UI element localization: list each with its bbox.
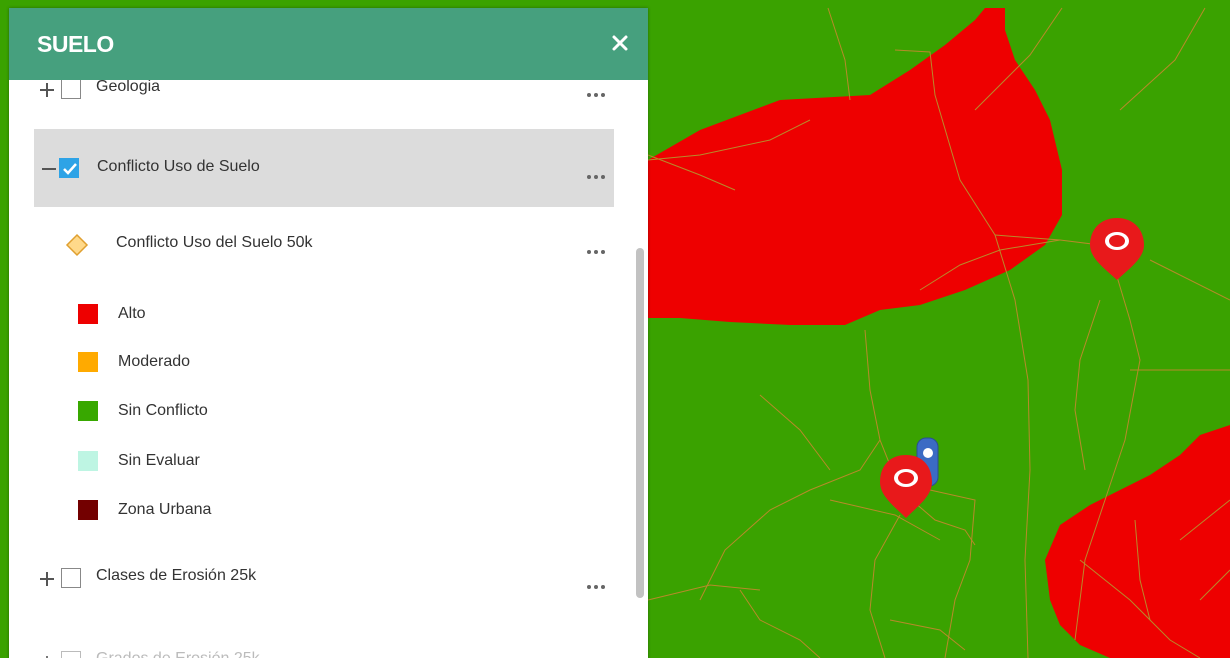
legend-swatch: [78, 352, 98, 372]
legend-label: Zona Urbana: [118, 501, 212, 518]
layer-label: Grados de Erosión 25k: [96, 650, 260, 658]
scrollbar-thumb[interactable]: [636, 248, 644, 598]
legend-label: Sin Conflicto: [118, 402, 208, 419]
more-options-icon[interactable]: [586, 584, 606, 590]
checkmark-icon: [63, 163, 77, 175]
layer-list[interactable]: Geologia Conflicto Uso de Suelo Conflict…: [9, 80, 648, 658]
legend-swatch: [78, 500, 98, 520]
legend-label: Alto: [118, 305, 146, 322]
collapse-minus-icon[interactable]: [41, 161, 57, 177]
app-root: SUELO Geologia Conflicto Uso de Suelo Co…: [0, 0, 1230, 658]
close-icon: [612, 35, 628, 51]
layer-row-grados-erosion[interactable]: Grados de Erosión 25k: [9, 643, 624, 658]
more-options-icon[interactable]: [586, 174, 606, 180]
legend-label: Sin Evaluar: [118, 452, 200, 469]
layer-row-clases-erosion[interactable]: Clases de Erosión 25k: [9, 559, 624, 603]
legend-swatch: [78, 451, 98, 471]
legend-item: Sin Conflicto: [9, 398, 624, 428]
layer-checkbox[interactable]: [61, 80, 81, 99]
panel-title: SUELO: [37, 31, 114, 57]
close-button[interactable]: [605, 28, 635, 58]
layer-checkbox[interactable]: [61, 651, 81, 658]
more-options-icon[interactable]: [586, 92, 606, 98]
more-options-icon[interactable]: [586, 249, 606, 255]
layer-row-geologia[interactable]: Geologia: [9, 80, 624, 114]
expand-plus-icon[interactable]: [39, 571, 55, 587]
legend-item: Moderado: [9, 349, 624, 379]
map-marker-pin-icon[interactable]: [880, 455, 932, 518]
map-zone-alto-south: [1045, 425, 1230, 658]
legend-item: Alto: [9, 301, 624, 331]
layer-checkbox-checked[interactable]: [59, 158, 79, 178]
legend-item: Sin Evaluar: [9, 448, 624, 478]
layer-label: Geologia: [96, 80, 161, 95]
diamond-icon: [65, 233, 89, 257]
layer-row-conflicto[interactable]: Conflicto Uso de Suelo: [34, 129, 614, 207]
legend-item: Zona Urbana: [9, 497, 624, 527]
layer-panel: SUELO Geologia Conflicto Uso de Suelo Co…: [9, 8, 648, 658]
map-marker-pin-icon[interactable]: [1090, 218, 1144, 280]
map-zone-alto-north: [648, 8, 1062, 325]
layer-label: Conflicto Uso de Suelo: [97, 158, 260, 175]
legend-label: Moderado: [118, 353, 191, 370]
sublayer-label: Conflicto Uso del Suelo 50k: [116, 234, 313, 251]
expand-plus-icon[interactable]: [39, 82, 55, 98]
legend-swatch: [78, 304, 98, 324]
layer-checkbox[interactable]: [61, 568, 81, 588]
panel-header: SUELO: [9, 8, 648, 80]
layer-label: Clases de Erosión 25k: [96, 567, 257, 584]
legend-swatch: [78, 401, 98, 421]
sublayer-row-conflicto-50k[interactable]: Conflicto Uso del Suelo 50k: [9, 225, 624, 275]
